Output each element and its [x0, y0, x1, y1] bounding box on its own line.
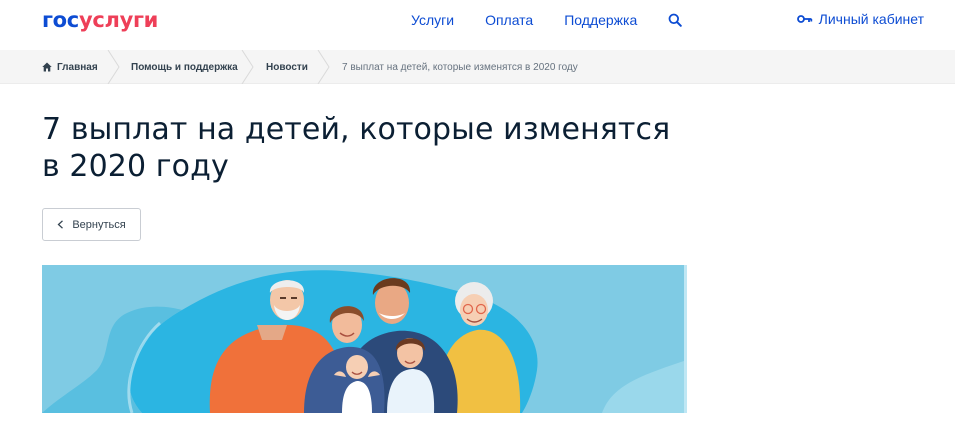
nav-item-payment[interactable]: Оплата	[485, 12, 533, 28]
breadcrumb-label: 7 выплат на детей, которые изменятся в 2…	[342, 61, 578, 73]
article-banner-image	[42, 265, 687, 413]
logo-part-uslugi: услуги	[78, 8, 159, 32]
breadcrumb-item-current: 7 выплат на детей, которые изменятся в 2…	[342, 50, 578, 84]
nav-item-support[interactable]: Поддержка	[564, 12, 637, 28]
breadcrumb-label: Помощь и поддержка	[131, 61, 238, 73]
gosuslugi-logo[interactable]: госуслуги	[42, 8, 158, 32]
personal-account-label: Личный кабинет	[818, 11, 924, 27]
breadcrumb-item-help[interactable]: Помощь и поддержка	[131, 50, 238, 84]
breadcrumb: Главная Помощь и поддержка Новости 7 вып…	[0, 50, 955, 84]
breadcrumb-label: Главная	[57, 61, 98, 73]
back-button[interactable]: Вернуться	[42, 208, 141, 241]
back-button-label: Вернуться	[72, 218, 126, 231]
chevron-left-icon	[57, 220, 64, 229]
search-icon[interactable]	[668, 11, 686, 29]
key-icon	[796, 13, 813, 25]
breadcrumb-separator-icon	[317, 50, 330, 84]
main-nav: Услуги Оплата Поддержка	[411, 11, 686, 29]
breadcrumb-item-news[interactable]: Новости	[266, 50, 308, 84]
logo-part-gos: гос	[42, 8, 79, 32]
site-header: госуслуги Услуги Оплата Поддержка Личный…	[0, 0, 955, 50]
home-icon	[42, 62, 52, 72]
breadcrumb-label: Новости	[266, 61, 308, 73]
breadcrumb-separator-icon	[107, 50, 120, 84]
page-title-line-2: в 2020 году	[42, 149, 229, 184]
page-title: 7 выплат на детей, которые изменятся в 2…	[42, 111, 742, 185]
breadcrumb-separator-icon	[241, 50, 254, 84]
breadcrumb-item-home[interactable]: Главная	[42, 50, 98, 84]
personal-account-link[interactable]: Личный кабинет	[796, 11, 924, 27]
nav-item-services[interactable]: Услуги	[411, 12, 454, 28]
page-title-line-1: 7 выплат на детей, которые изменятся	[42, 112, 671, 147]
